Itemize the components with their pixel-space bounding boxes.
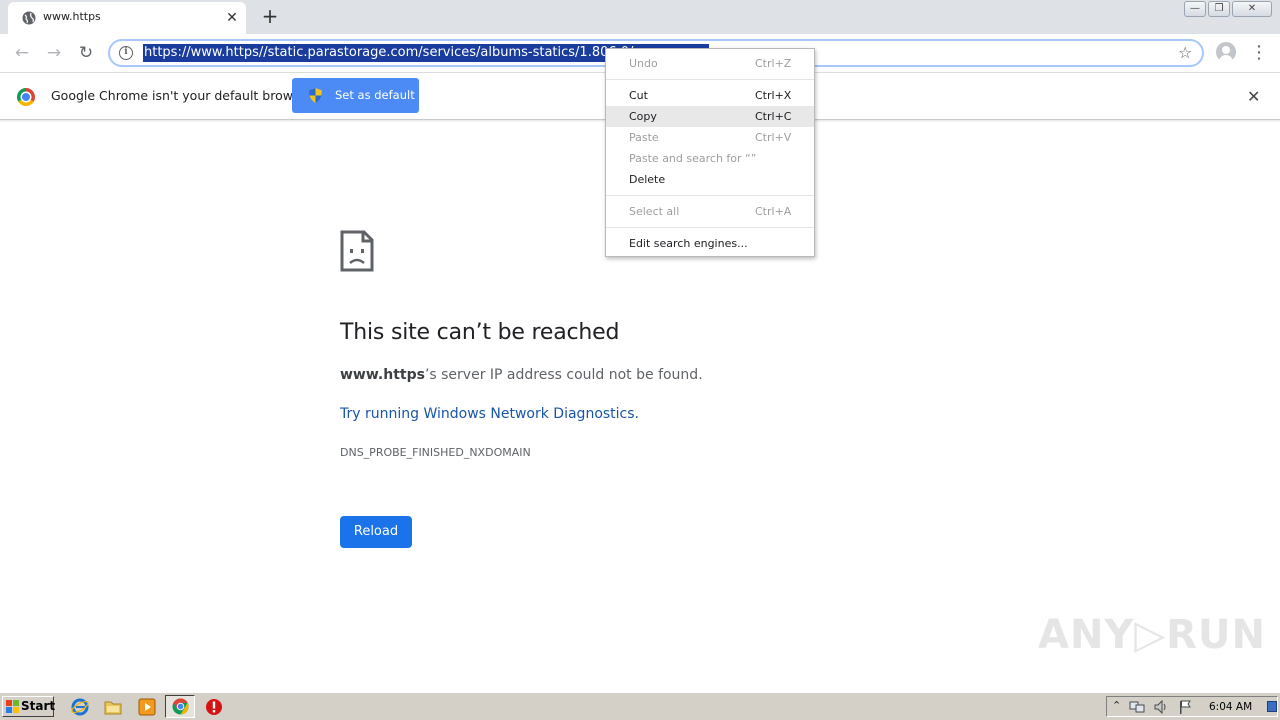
uac-shield-icon: [309, 88, 322, 103]
system-tray: ⌃: [1106, 696, 1278, 717]
forward-button[interactable]: →: [42, 41, 66, 65]
show-desktop-icon[interactable]: [1267, 701, 1277, 712]
tab-close-icon[interactable]: ✕: [224, 10, 240, 26]
stop-icon[interactable]: [205, 698, 223, 716]
folder-icon[interactable]: [104, 698, 122, 716]
context-menu: Undo Ctrl+Z Cut Ctrl+X Copy Ctrl+C Paste…: [605, 48, 815, 257]
anyrun-watermark: ANY▷RUN: [1038, 612, 1266, 658]
tab-title: www.https: [43, 10, 101, 23]
sad-page-icon: [340, 230, 374, 272]
error-code: DNS_PROBE_FINISHED_NXDOMAIN: [340, 446, 531, 459]
network-diagnostics-link[interactable]: Try running Windows Network Diagnostics.: [340, 406, 639, 422]
internet-explorer-icon[interactable]: [71, 698, 89, 716]
error-title: This site can’t be reached: [340, 320, 620, 345]
menu-item-paste-and-search[interactable]: Paste and search for “”: [606, 148, 814, 169]
menu-item-label: Edit search engines...: [629, 237, 748, 250]
menu-item-shortcut: Ctrl+A: [755, 205, 792, 218]
menu-item-label: Paste and search for “”: [629, 152, 757, 165]
start-button[interactable]: Start: [2, 696, 56, 717]
menu-item-label: Copy: [629, 110, 657, 123]
menu-item-shortcut: Ctrl+X: [755, 89, 792, 102]
avatar-body: [1219, 55, 1233, 62]
site-info-icon[interactable]: i: [119, 46, 133, 60]
new-tab-button[interactable]: +: [258, 5, 282, 29]
menu-separator: [606, 227, 814, 228]
menu-separator: [606, 195, 814, 196]
volume-icon[interactable]: [1153, 699, 1169, 715]
menu-item-delete[interactable]: Delete: [606, 169, 814, 190]
menu-separator: [606, 79, 814, 80]
clock: 6:04 AM: [1209, 701, 1253, 713]
globe-icon: [22, 11, 36, 25]
menu-item-label: Delete: [629, 173, 666, 186]
menu-item-label: Cut: [629, 89, 648, 102]
reload-button[interactable]: ↻: [74, 41, 98, 65]
media-player-icon[interactable]: [138, 698, 156, 716]
chrome-menu-icon[interactable]: ⋮: [1250, 41, 1268, 65]
menu-item-label: Select all: [629, 205, 680, 218]
tray-expand-icon[interactable]: ⌃: [1112, 699, 1121, 712]
menu-item-label: Paste: [629, 131, 659, 144]
error-host: www.https: [340, 367, 425, 383]
chrome-logo-icon: [17, 88, 35, 106]
infobar-message: Google Chrome isn't your default browser: [51, 88, 313, 103]
menu-item-undo[interactable]: Undo Ctrl+Z: [606, 53, 814, 74]
tab-www-https[interactable]: www.https ✕: [8, 2, 246, 34]
reload-page-button[interactable]: Reload: [340, 516, 412, 548]
error-message: www.https’s server IP address could not …: [340, 367, 703, 383]
windows-flag-icon: [6, 700, 19, 713]
start-label: Start: [21, 699, 56, 713]
menu-item-shortcut: Ctrl+C: [755, 110, 792, 123]
back-button[interactable]: ←: [10, 41, 34, 65]
bookmark-star-icon[interactable]: ☆: [1178, 43, 1192, 62]
tab-strip: www.https ✕ + — ❐ ✕: [0, 0, 1280, 34]
action-center-flag-icon[interactable]: [1177, 699, 1193, 715]
restore-button[interactable]: ❐: [1208, 1, 1230, 17]
set-as-default-button[interactable]: Set as default: [292, 78, 419, 113]
menu-item-label: Undo: [629, 57, 658, 70]
menu-item-select-all[interactable]: Select all Ctrl+A: [606, 201, 814, 222]
profile-avatar[interactable]: [1216, 42, 1236, 62]
avatar-head: [1222, 46, 1230, 54]
taskbar-chrome-button[interactable]: [165, 695, 195, 718]
menu-item-shortcut: Ctrl+Z: [755, 57, 792, 70]
menu-item-edit-search-engines[interactable]: Edit search engines...: [606, 233, 814, 254]
taskbar: Start ⌃ 6:04 AM: [0, 692, 1280, 720]
window-close-button[interactable]: ✕: [1232, 1, 1272, 17]
menu-item-paste[interactable]: Paste Ctrl+V: [606, 127, 814, 148]
infobar-close-icon[interactable]: ✕: [1247, 87, 1260, 106]
minimize-button[interactable]: —: [1184, 1, 1206, 17]
menu-item-cut[interactable]: Cut Ctrl+X: [606, 85, 814, 106]
menu-item-copy[interactable]: Copy Ctrl+C: [606, 106, 814, 127]
network-icon[interactable]: [1129, 699, 1145, 715]
set-as-default-label: Set as default: [335, 88, 415, 102]
menu-item-shortcut: Ctrl+V: [755, 131, 792, 144]
chrome-icon: [172, 698, 189, 715]
error-message-text: ’s server IP address could not be found.: [424, 367, 703, 383]
